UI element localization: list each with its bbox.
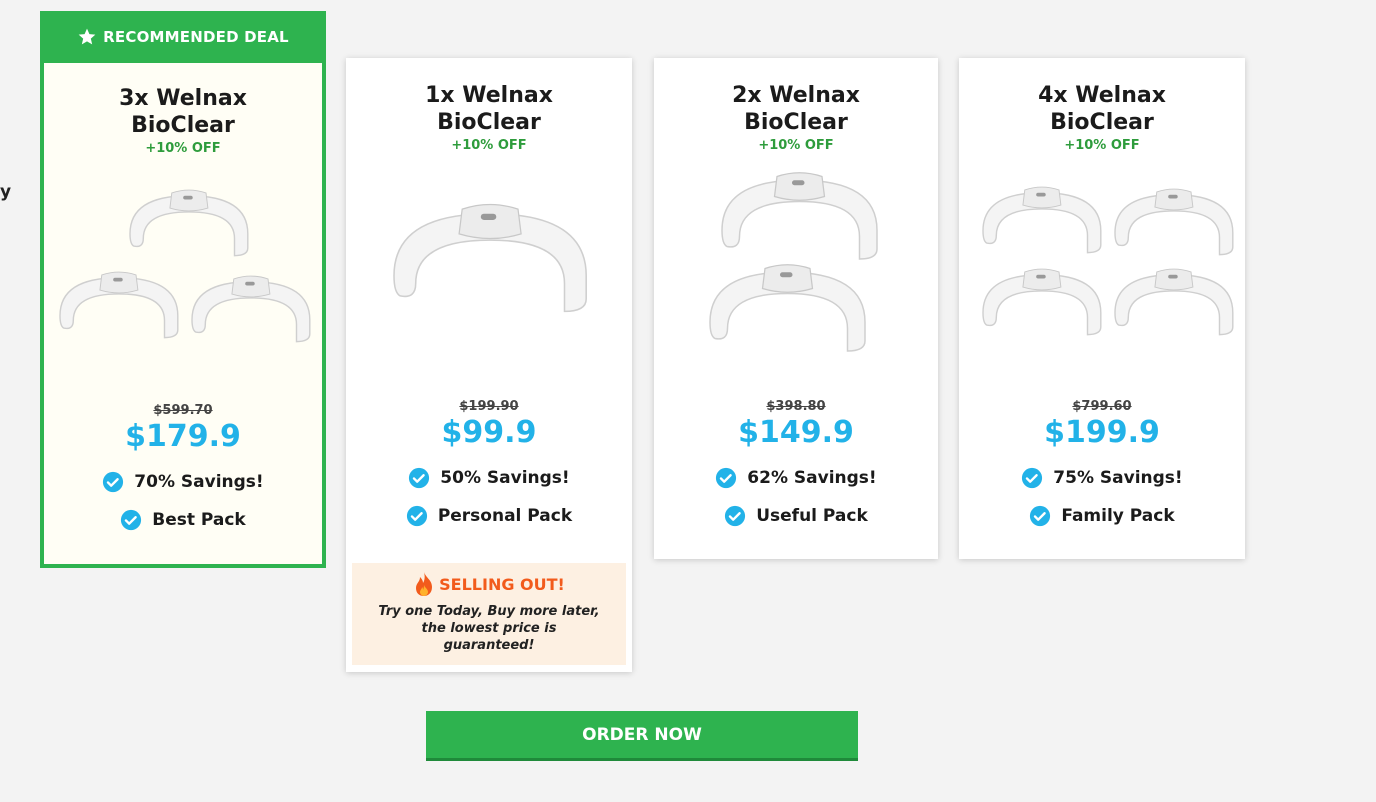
check-circle-icon [409, 467, 430, 489]
savings-feature: 75% Savings! [959, 467, 1245, 489]
selling-out-text: Try one Today, Buy more later, the lowes… [378, 604, 600, 653]
discount-label: +10% OFF [1064, 138, 1140, 153]
discount-label: +10% OFF [758, 138, 834, 153]
check-circle-icon [121, 509, 142, 531]
discount-label: +10% OFF [451, 138, 527, 153]
package-card-2x[interactable]: 2x Welnax BioClear +10% OFF $398.80 $149… [654, 58, 938, 559]
pack-feature: Useful Pack [654, 505, 938, 527]
package-card-1x[interactable]: 1x Welnax BioClear +10% OFF $199.90 $99.… [346, 58, 632, 672]
check-circle-icon [1022, 467, 1043, 489]
pack-feature: Best Pack [44, 509, 322, 531]
original-price: $199.90 [459, 399, 519, 414]
sale-price: $99.9 [441, 415, 537, 450]
check-circle-icon [1030, 505, 1051, 527]
selling-out-notice: SELLING OUT! Try one Today, Buy more lat… [352, 563, 626, 665]
package-card-3x[interactable]: RECOMMENDED DEAL 3x Welnax BioClear +10%… [40, 11, 326, 568]
check-circle-icon [406, 505, 427, 527]
order-now-button[interactable]: ORDER NOW [426, 711, 858, 761]
discount-label: +10% OFF [145, 141, 221, 156]
sale-price: $149.9 [738, 415, 854, 450]
pricing-page: y RECOMMENDED DEAL 3x Welnax BioClear +1… [0, 0, 1376, 802]
pack-feature: Personal Pack [346, 505, 632, 527]
sale-price: $179.9 [125, 419, 241, 454]
package-card-4x[interactable]: 4x Welnax BioClear +10% OFF $799.60 $199… [959, 58, 1245, 559]
cropped-text: y [0, 182, 12, 202]
check-circle-icon [725, 505, 746, 527]
check-circle-icon [716, 467, 737, 489]
original-price: $799.60 [1072, 399, 1132, 414]
sale-price: $199.9 [1044, 415, 1160, 450]
savings-feature: 50% Savings! [346, 467, 632, 489]
savings-feature: 70% Savings! [44, 471, 322, 493]
original-price: $398.80 [766, 399, 826, 414]
card-title: 1x Welnax BioClear [425, 83, 553, 135]
original-price: $599.70 [153, 403, 213, 418]
card-title: 3x Welnax BioClear [119, 86, 247, 138]
product-image-1x [393, 203, 587, 313]
product-image-4x [982, 186, 1234, 336]
recommended-label: RECOMMENDED DEAL [103, 28, 289, 46]
pack-feature: Family Pack [959, 505, 1245, 527]
star-icon [78, 28, 96, 45]
product-image-2x [709, 172, 878, 352]
selling-out-heading: SELLING OUT! [439, 574, 565, 594]
recommended-banner: RECOMMENDED DEAL [40, 11, 326, 63]
card-title: 2x Welnax BioClear [732, 83, 860, 135]
product-image-3x [59, 189, 311, 343]
card-title: 4x Welnax BioClear [1038, 83, 1166, 135]
check-circle-icon [103, 471, 124, 493]
savings-feature: 62% Savings! [654, 467, 938, 489]
fire-icon [416, 572, 433, 596]
